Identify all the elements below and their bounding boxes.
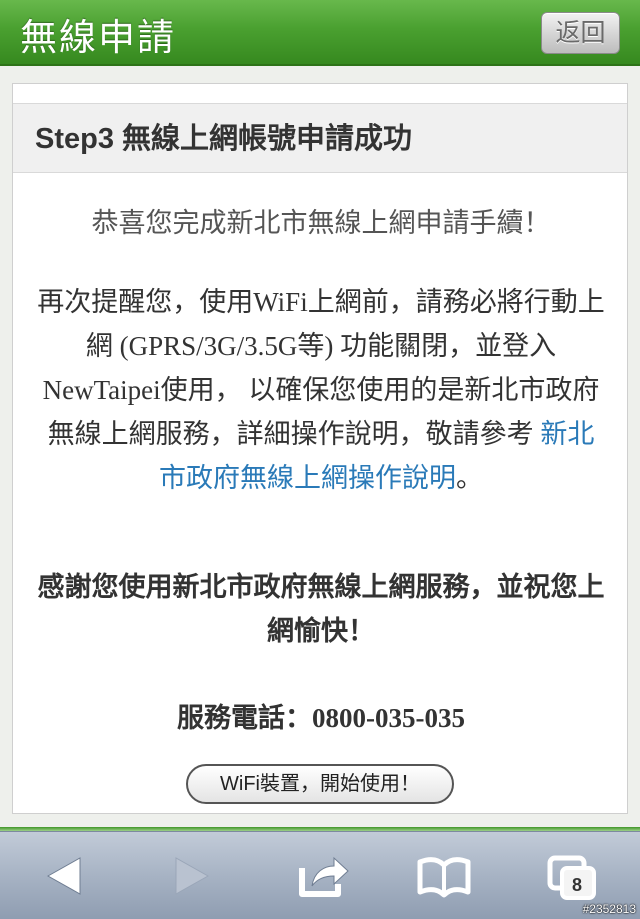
result-card: Step3 無線上網帳號申請成功 恭喜您完成新北市無線上網申請手續！ 再次提醒您… <box>12 83 628 814</box>
tabs-count: 8 <box>571 875 582 895</box>
tabs-icon[interactable]: 8 <box>544 846 604 906</box>
reminder-message: 再次提醒您，使用WiFi上網前，請務必將行動上網 (GPRS/3G/3.5G等)… <box>37 280 605 500</box>
start-wifi-button[interactable]: WiFi裝置，開始使用！ <box>186 764 454 804</box>
app-header: 無線申請 返回 <box>0 0 640 66</box>
thanks-message: 感謝您使用新北市政府無線上網服務，並祝您上網愉快！ <box>37 572 605 646</box>
back-button[interactable]: 返回 <box>541 12 620 54</box>
watermark: #2352813 <box>582 902 636 916</box>
step-title: Step3 無線上網帳號申請成功 <box>35 123 413 155</box>
service-phone: 服務電話：0800-035-035 <box>177 703 465 733</box>
page-title: 無線申請 <box>20 16 176 59</box>
card-header: Step3 無線上網帳號申請成功 <box>13 103 627 173</box>
share-icon[interactable] <box>292 846 352 906</box>
forward-arrow-icon[interactable] <box>162 846 222 906</box>
reminder-end: 。 <box>456 463 483 493</box>
reminder-text: 再次提醒您，使用WiFi上網前，請務必將行動上網 (GPRS/3G/3.5G等)… <box>37 287 605 449</box>
congrats-message: 恭喜您完成新北市無線上網申請手續！ <box>91 208 551 238</box>
back-arrow-icon[interactable] <box>34 846 94 906</box>
browser-toolbar: 8 #2352813 <box>0 831 640 919</box>
bookmarks-icon[interactable] <box>414 846 474 906</box>
